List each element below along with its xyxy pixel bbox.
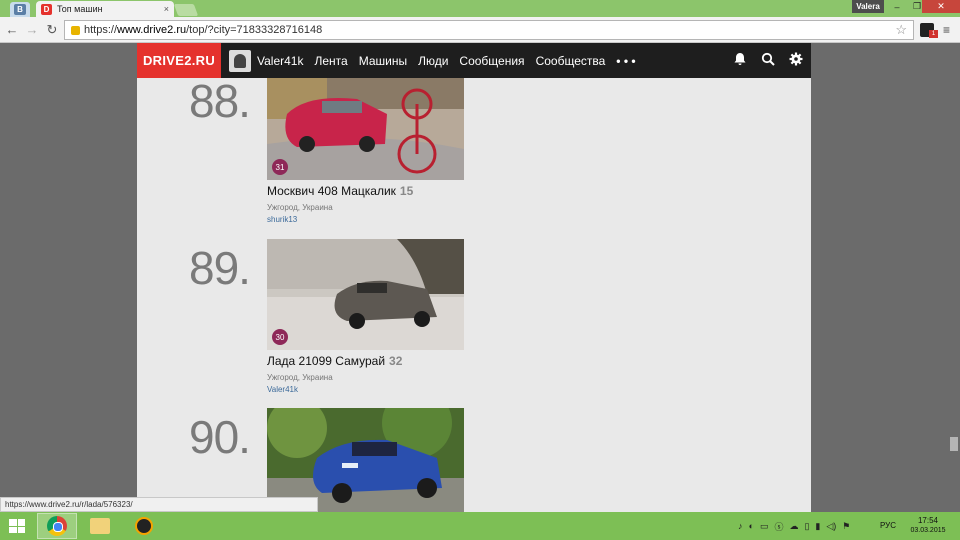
site-header: DRIVE2.RU Valer41k Лента Машины Люди Соо… <box>137 43 811 78</box>
avatar[interactable] <box>229 49 251 72</box>
tab-top-cars[interactable]: D Топ машин × <box>36 1 174 17</box>
windows-start-icon[interactable] <box>9 519 25 533</box>
rank-number: 89. <box>189 242 251 294</box>
vk-icon: B <box>14 4 26 15</box>
lock-icon <box>71 25 80 35</box>
bell-icon[interactable] <box>733 52 747 69</box>
taskbar-aimp[interactable] <box>124 513 164 539</box>
browser-toolbar: ← → ↻ https://www.drive2.ru/top/?city=71… <box>0 17 960 43</box>
url-bar[interactable]: https://www.drive2.ru/top/?city=71833328… <box>64 20 914 40</box>
tray-network-icon[interactable]: ▮ <box>815 521 820 532</box>
clock-date: 03.03.2015 <box>910 527 946 534</box>
language-indicator[interactable]: РУС <box>880 521 896 530</box>
back-arrow-icon[interactable]: ← <box>4 22 20 37</box>
tray-skype-icon[interactable]: ⓢ <box>774 520 783 533</box>
photo-count-badge: 31 <box>272 159 288 175</box>
nav-messages[interactable]: Сообщения <box>459 54 524 68</box>
taskbar-chrome[interactable] <box>37 513 77 539</box>
extension-badge: 1 <box>929 30 938 38</box>
browser-menu-icon[interactable]: ≡ <box>943 23 950 37</box>
tray-monitor-icon[interactable]: ▭ <box>760 521 769 532</box>
car-photo[interactable]: 31 <box>267 69 464 180</box>
page-scrollbar[interactable] <box>948 43 960 512</box>
tray-chrome-icon[interactable]: ◐ <box>749 521 754 531</box>
nav-more[interactable]: • • • <box>616 54 635 68</box>
car-title-link[interactable]: Москвич 408 Мацкалик 15 <box>267 184 413 198</box>
car-location: Ужгород, Украина <box>267 203 333 212</box>
list-item: 88. 31 Москвич 408 Мацкалик 15 Ужгород, У… <box>137 69 811 228</box>
car-location: Ужгород, Украина <box>267 373 333 382</box>
system-tray: ♪ ◐ ▭ ⓢ ☁ ▯ ▮ ◁) ⚑ <box>738 518 850 534</box>
nav-cars[interactable]: Машины <box>359 54 407 68</box>
car-rating: 15 <box>399 184 414 198</box>
minimize-button[interactable]: – <box>886 0 908 13</box>
nav-people[interactable]: Люди <box>418 54 448 68</box>
aimp-icon <box>135 517 153 535</box>
car-photo[interactable]: 30 <box>267 239 464 350</box>
car-title[interactable]: Москвич 408 Мацкалик <box>267 184 396 198</box>
chrome-icon <box>47 516 67 536</box>
photo-count-badge: 30 <box>272 329 288 345</box>
tab-vk[interactable]: B <box>10 2 30 17</box>
forward-arrow-icon[interactable]: → <box>24 22 40 37</box>
tray-cloud-icon[interactable]: ☁ <box>789 521 798 532</box>
car-title[interactable]: Лада 21099 Самурай <box>267 354 385 368</box>
profile-user-badge[interactable]: Valera <box>852 0 884 13</box>
car-rating: 32 <box>389 354 403 368</box>
new-tab-button[interactable] <box>173 4 199 16</box>
rank-number: 90. <box>189 411 251 463</box>
windows-taskbar: ♪ ◐ ▭ ⓢ ☁ ▯ ▮ ◁) ⚑ РУС 17:54 03.03.2015 <box>0 512 960 540</box>
tray-battery-icon[interactable]: ▯ <box>804 521 809 532</box>
taskbar-explorer[interactable] <box>80 513 120 539</box>
folder-icon <box>90 518 110 534</box>
clock-time: 17:54 <box>917 516 939 525</box>
link-status-bar: https://www.drive2.ru/r/lada/576323/ <box>0 497 318 512</box>
taskbar-clock[interactable]: 17:54 03.03.2015 <box>906 516 950 534</box>
tray-notification-icon[interactable]: ♪ <box>738 521 743 531</box>
browser-titlebar: B D Топ машин × Valera – ❐ ✕ <box>0 0 960 17</box>
car-owner-link[interactable]: shurik13 <box>267 215 297 224</box>
reload-icon[interactable]: ↻ <box>44 22 60 38</box>
nav-feed[interactable]: Лента <box>314 54 347 68</box>
tab-close-icon[interactable]: × <box>164 4 169 14</box>
car-owner-link[interactable]: Valer41k <box>267 385 298 394</box>
tray-volume-icon[interactable]: ◁) <box>826 521 836 532</box>
bookmark-star-icon[interactable]: ☆ <box>895 22 907 38</box>
close-window-button[interactable]: ✕ <box>922 0 960 13</box>
tray-flag-icon[interactable]: ⚑ <box>842 521 850 532</box>
tab-title: Топ машин <box>57 4 103 14</box>
nav-communities[interactable]: Сообщества <box>536 54 606 68</box>
url-text: https://www.drive2.ru/top/?city=71833328… <box>84 24 323 36</box>
scrollbar-thumb[interactable] <box>950 437 958 451</box>
car-title-link[interactable]: Лада 21099 Самурай 32 <box>267 354 402 368</box>
search-icon[interactable] <box>761 52 775 69</box>
nav-username[interactable]: Valer41k <box>257 54 303 68</box>
rank-number: 88. <box>189 75 251 127</box>
drive2-favicon-icon: D <box>41 3 52 15</box>
gear-icon[interactable] <box>789 52 803 69</box>
site-logo[interactable]: DRIVE2.RU <box>137 43 221 78</box>
list-item: 89. 30 Лада 21099 Самурай 32 Ужгород, Укр… <box>137 239 811 399</box>
